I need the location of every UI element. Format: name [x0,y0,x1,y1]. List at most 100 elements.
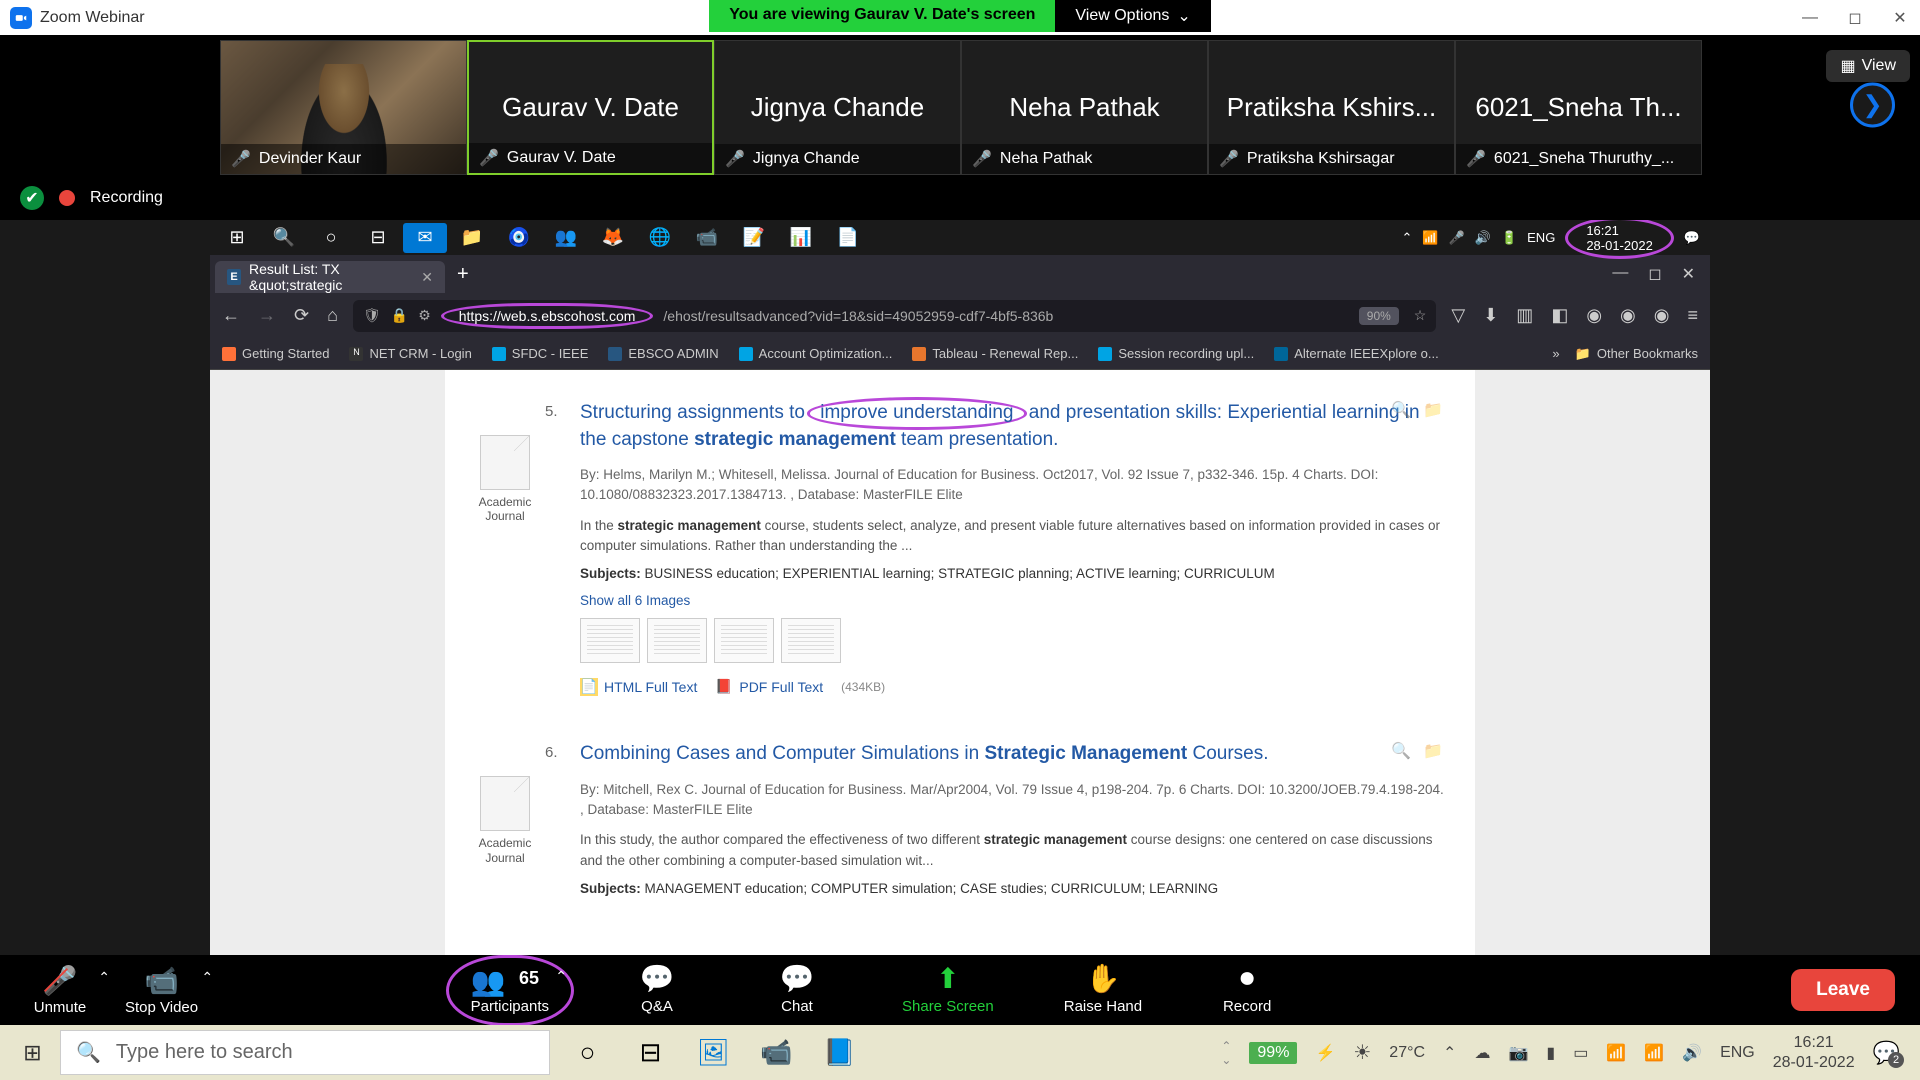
back-button[interactable]: ← [222,305,240,326]
pdf-fulltext-link[interactable]: 📕PDF Full Text [715,678,823,696]
image-thumbnail[interactable] [781,618,841,663]
image-thumbnail[interactable] [580,618,640,663]
stop-video-button[interactable]: 📹Stop Video⌃ [125,964,198,1016]
preview-icon[interactable]: 🔍 [1391,741,1413,763]
bookmark-item[interactable]: Getting Started [222,346,329,361]
bookmark-item[interactable]: Account Optimization... [739,346,893,361]
extension-icon[interactable]: ◉ [1620,305,1636,326]
preview-icon[interactable]: 🔍 [1391,400,1413,422]
video-tile[interactable]: Pratiksha Kshirs... 🎤Pratiksha Kshirsaga… [1208,40,1455,175]
zoom-level[interactable]: 90% [1359,307,1399,325]
image-thumbnail[interactable] [647,618,707,663]
lang-indicator[interactable]: ENG [1527,230,1555,245]
new-tab-button[interactable]: + [445,263,481,286]
browser-close-icon[interactable]: ✕ [1682,264,1695,284]
encryption-shield-icon[interactable]: ✔ [20,186,44,210]
notes-icon[interactable]: 📝 [732,223,776,253]
taskview-icon[interactable]: ⊟ [356,223,400,253]
battery-tray-icon[interactable]: 🔋 [1501,230,1517,246]
cortana-icon[interactable]: ○ [560,1028,615,1078]
leave-button[interactable]: Leave [1791,969,1895,1011]
video-tile[interactable]: Neha Pathak 🎤Neha Pathak [961,40,1208,175]
pocket-icon[interactable]: ▽ [1451,305,1465,326]
start-button[interactable]: ⊞ [5,1028,60,1078]
result-title-link[interactable]: Combining Cases and Computer Simulations… [580,741,1445,768]
battery-tray-icon[interactable]: ▮ [1546,1043,1555,1063]
volume-icon[interactable]: 🔊 [1475,230,1491,246]
explorer-icon[interactable]: 📁 [450,223,494,253]
extension-icon[interactable]: ◉ [1654,305,1670,326]
video-tile[interactable]: 6021_Sneha Th... 🎤6021_Sneha Thuruthy_..… [1455,40,1702,175]
forward-button[interactable]: → [258,305,276,326]
folder-add-icon[interactable]: 📁 [1423,400,1445,422]
firefox-icon[interactable]: 🦊 [591,223,635,253]
folder-add-icon[interactable]: 📁 [1423,741,1445,763]
sidebar-icon[interactable]: ◧ [1551,305,1568,326]
search-icon[interactable]: 🔍 [262,223,306,253]
html-fulltext-link[interactable]: 📄HTML Full Text [580,678,697,696]
bookmark-item[interactable]: SFDC - IEEE [492,346,589,361]
bookmark-item[interactable]: Alternate IEEEXplore o... [1274,346,1439,361]
chevron-up-icon[interactable]: ⌃ [1401,230,1412,246]
teams-icon[interactable]: 👥 [544,223,588,253]
notification-tray-icon[interactable]: 💬 [1684,230,1700,246]
start-icon[interactable]: ⊞ [215,223,259,253]
share-screen-button[interactable]: ⬆Share Screen [902,963,994,1018]
windows-search-box[interactable]: 🔍 Type here to search [60,1030,550,1075]
bookmark-item[interactable]: Session recording upl... [1098,346,1254,361]
meet-now-icon[interactable]: 📷 [1508,1043,1528,1063]
video-options-caret[interactable]: ⌃ [201,969,213,986]
other-bookmarks-folder[interactable]: 📁 Other Bookmarks [1575,346,1698,362]
shield-icon[interactable]: 🛡 [363,307,381,324]
touchpad-icon[interactable]: ▭ [1573,1043,1588,1063]
wifi-icon[interactable]: 📶 [1644,1043,1664,1063]
video-tile[interactable]: 🎤Devinder Kaur [220,40,467,175]
browser-tab[interactable]: E Result List: TX &quot;strategic ✕ [215,261,445,293]
bluetooth-icon[interactable]: 📶 [1606,1043,1626,1063]
participants-options-caret[interactable]: ⌃ [555,968,567,985]
unmute-button[interactable]: 🎤 Unmute⌃ [25,964,95,1016]
view-options-dropdown[interactable]: View Options ⌄ [1055,0,1210,32]
reload-button[interactable]: ⟳ [294,305,309,326]
outlook-icon[interactable]: ✉ [403,223,447,253]
action-center-icon[interactable]: 💬2 [1873,1040,1900,1066]
cortana-icon[interactable]: ○ [309,223,353,253]
video-tile-active[interactable]: Gaurav V. Date 🎤Gaurav V. Date [467,40,714,175]
address-bar[interactable]: 🛡 🔒 ⚙ https://web.s.ebscohost.com/ehost/… [353,300,1436,332]
video-tile[interactable]: Jignya Chande 🎤Jignya Chande [714,40,961,175]
powerpoint-icon[interactable]: 📊 [779,223,823,253]
browser-maximize-icon[interactable]: ◻ [1648,264,1661,284]
record-button[interactable]: ⏺Record [1212,963,1282,1018]
result-title-link[interactable]: Structuring assignments to improve under… [580,400,1445,453]
view-layout-button[interactable]: ▦ View [1826,50,1910,82]
photos-icon[interactable]: 🖼 [686,1028,741,1078]
zoom-icon[interactable]: 📹 [685,223,729,253]
chat-button[interactable]: 💬Chat [762,963,832,1018]
show-images-link[interactable]: Show all 6 Images [580,593,1445,608]
raise-hand-button[interactable]: ✋Raise Hand [1064,963,1142,1018]
menu-button[interactable]: ≡ [1687,305,1698,326]
bookmarks-overflow-icon[interactable]: » [1552,346,1559,361]
chrome-icon[interactable]: 🌐 [638,223,682,253]
mic-tray-icon[interactable]: 🎤 [1449,230,1465,246]
word-icon[interactable]: 📘 [812,1028,867,1078]
weather-temp[interactable]: 27°C [1389,1044,1425,1062]
qa-button[interactable]: 💬Q&A [622,963,692,1018]
browser-minimize-icon[interactable]: — [1612,264,1628,284]
home-button[interactable]: ⌂ [327,305,338,326]
bookmark-item[interactable]: EBSCO ADMIN [608,346,718,361]
lang-indicator[interactable]: ENG [1720,1044,1755,1062]
bookmark-star-icon[interactable]: ☆ [1414,307,1427,324]
permissions-icon[interactable]: ⚙ [418,307,431,324]
scroll-down-icon[interactable]: ⌄ [1221,1053,1231,1067]
gallery-next-button[interactable]: ❯ [1850,83,1895,128]
app-icon[interactable]: 🧿 [497,223,541,253]
bookmark-item[interactable]: Tableau - Renewal Rep... [912,346,1078,361]
wifi-icon[interactable]: 📶 [1422,230,1438,246]
scroll-up-icon[interactable]: ⌃ [1221,1039,1231,1053]
onedrive-icon[interactable]: ☁ [1474,1043,1490,1063]
battery-indicator[interactable]: 99% [1249,1042,1297,1064]
participants-button[interactable]: 👥65 Participants ⌃ [468,963,552,1018]
tab-close-icon[interactable]: ✕ [421,269,433,286]
image-thumbnail[interactable] [714,618,774,663]
